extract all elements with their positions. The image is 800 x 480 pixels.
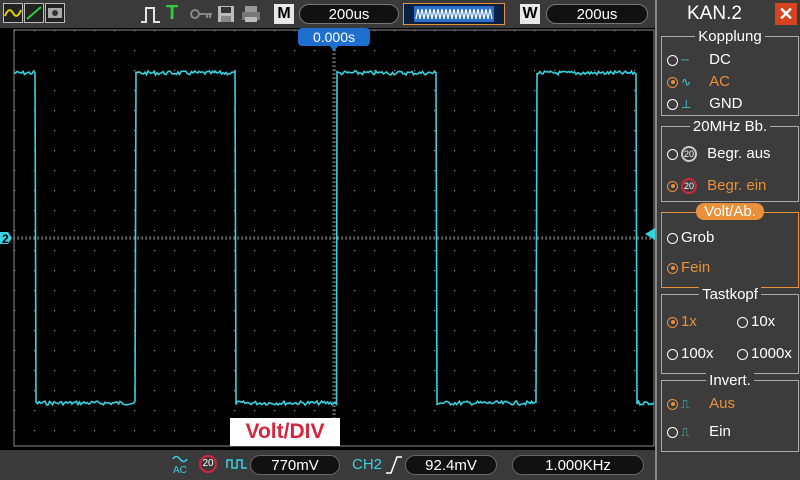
bw-off-option[interactable]: 20 Begr. aus (667, 145, 771, 163)
panel-header: KAN.2 ✕ (657, 0, 800, 28)
ch2-volts-value[interactable]: 770mV (250, 455, 340, 475)
volt-div-overlay: Volt/DIV (230, 418, 340, 446)
invert-group: Invert. ⎍ Aus ⎍ Ein (661, 372, 799, 452)
trigger-position-arrow (329, 45, 339, 51)
timebase-label: M (274, 4, 294, 24)
bandwidth-title: 20MHz Bb. (689, 118, 771, 135)
window-zoom-indicator[interactable] (403, 3, 505, 25)
svg-text:AC: AC (173, 465, 187, 475)
probe-10x-option[interactable]: 10x (737, 313, 775, 330)
bw-on-option[interactable]: 20 Begr. ein (667, 177, 766, 195)
coupling-ac-option[interactable]: ∿ AC (667, 73, 730, 90)
probe-group: Tastkopf 1x 10x 100x 1000x (661, 286, 799, 374)
print-icon[interactable] (240, 4, 262, 24)
bandwidth-group: 20MHz Bb. 20 Begr. aus 20 Begr. ein (661, 118, 799, 202)
probe-title: Tastkopf (699, 286, 761, 303)
invert-on-option[interactable]: ⎍ Ein (667, 423, 731, 440)
trigger-channel: CH2 (352, 456, 383, 473)
invert-wave-icon (226, 459, 247, 469)
probe-100x-option[interactable]: 100x (667, 345, 714, 362)
ac-coupling-icon: AC (172, 453, 188, 476)
ac-icon: ∿ (681, 75, 692, 90)
coupling-gnd-option[interactable]: ⊥ GND (667, 95, 743, 112)
dc-icon: ⎓ (681, 54, 689, 66)
window-value[interactable]: 200us (546, 4, 648, 24)
bw-limit-badge: 20 (199, 455, 217, 473)
coupling-title: Kopplung (695, 28, 765, 45)
close-icon[interactable]: ✕ (775, 3, 797, 25)
frequency-value[interactable]: 1.000KHz (512, 455, 644, 475)
volts-fine-option[interactable]: Fein (667, 259, 710, 276)
bw-off-badge: 20 (681, 146, 697, 163)
trigger-position-pill[interactable]: 0.000s (298, 28, 370, 46)
timebase-value[interactable]: 200us (299, 4, 399, 24)
channel-menu-panel: KAN.2 ✕ Kopplung ⎓ DC ∿ AC ⊥ GND 20MHz B… (655, 0, 800, 480)
save-icon[interactable] (216, 4, 236, 24)
wave-inverted-icon: ⎍ (681, 424, 690, 439)
bw-on-badge: 20 (681, 178, 697, 195)
coupling-dc-option[interactable]: ⎓ DC (667, 51, 731, 68)
panel-title: KAN.2 (687, 3, 742, 24)
invert-title: Invert. (706, 372, 754, 389)
window-label: W (520, 4, 540, 24)
wave-icon[interactable] (3, 3, 23, 23)
key-icon (190, 9, 212, 19)
probe-1000x-option[interactable]: 1000x (737, 345, 792, 362)
top-toolbar: T M 200us W 200us (0, 0, 655, 28)
trigger-level-value[interactable]: 92.4mV (405, 455, 497, 475)
trigger-mode-marker: T (166, 2, 179, 24)
volts-coarse-option[interactable]: Grob (667, 229, 714, 246)
coupling-group: Kopplung ⎓ DC ∿ AC ⊥ GND (661, 28, 799, 116)
gnd-icon: ⊥ (681, 97, 692, 112)
wave-normal-icon: ⎍ (681, 396, 690, 411)
ch2-marker-label: 2 (2, 232, 9, 246)
photo-icon[interactable] (45, 3, 65, 23)
probe-1x-option[interactable]: 1x (667, 313, 697, 330)
volts-title: Volt/Ab. (696, 203, 764, 220)
volts-group: Volt/Ab. Grob Fein (661, 203, 799, 288)
invert-off-option[interactable]: ⎍ Aus (667, 395, 735, 412)
rising-edge-icon (386, 456, 402, 474)
line-icon[interactable] (24, 3, 44, 23)
pulse-trigger-icon[interactable] (140, 5, 162, 25)
scope-display[interactable]: 2 (0, 28, 655, 450)
